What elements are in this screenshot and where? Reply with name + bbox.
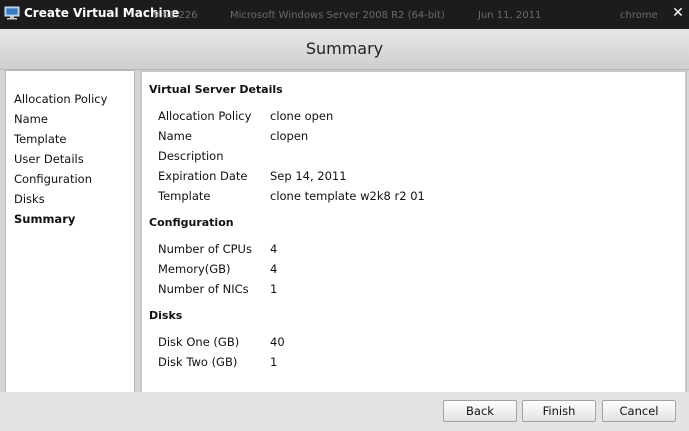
nav-item-configuration[interactable]: Configuration — [14, 172, 92, 186]
page-header: Summary — [0, 29, 689, 70]
description-label: Description — [158, 149, 224, 163]
nav-item-disks[interactable]: Disks — [14, 192, 45, 206]
computer-icon — [4, 6, 20, 20]
disk-two-value: 1 — [270, 355, 278, 369]
nav-item-user-details[interactable]: User Details — [14, 152, 84, 166]
back-button[interactable]: Back — [443, 400, 517, 422]
nav-item-summary[interactable]: Summary — [14, 212, 75, 226]
cpus-value: 4 — [270, 242, 278, 256]
expiration-date-value: Sep 14, 2011 — [270, 169, 347, 183]
name-label: Name — [158, 129, 192, 143]
background-ip-text: 9.61.226 — [153, 10, 198, 21]
nav-item-template[interactable]: Template — [14, 132, 66, 146]
allocation-policy-value: clone open — [270, 109, 334, 123]
allocation-policy-label: Allocation Policy — [158, 109, 252, 123]
background-browser-text: chrome — [620, 10, 658, 21]
background-date-text: Jun 11, 2011 — [478, 10, 542, 21]
page-title: Summary — [305, 39, 384, 58]
dialog-footer: Back Finish Cancel — [0, 392, 689, 431]
virtual-server-details-heading: Virtual Server Details — [149, 83, 283, 96]
memory-value: 4 — [270, 262, 278, 276]
name-value: clopen — [270, 129, 309, 143]
close-icon[interactable]: ✕ — [670, 5, 686, 21]
configuration-heading: Configuration — [149, 216, 234, 229]
create-vm-dialog: Create Virtual Machine 9.61.226 Microsof… — [0, 0, 689, 431]
cancel-button[interactable]: Cancel — [602, 400, 676, 422]
nav-item-name[interactable]: Name — [14, 112, 48, 126]
summary-panel: Virtual Server Details Allocation Policy… — [140, 70, 687, 394]
disk-one-label: Disk One (GB) — [158, 335, 240, 349]
finish-button[interactable]: Finish — [522, 400, 596, 422]
disk-two-label: Disk Two (GB) — [158, 355, 238, 369]
nics-label: Number of NICs — [158, 282, 249, 296]
disk-one-value: 40 — [270, 335, 285, 349]
cpus-label: Number of CPUs — [158, 242, 252, 256]
wizard-steps-sidebar: Allocation Policy Name Template User Det… — [5, 70, 135, 393]
expiration-date-label: Expiration Date — [158, 169, 248, 183]
background-os-text: Microsoft Windows Server 2008 R2 (64-bit… — [230, 10, 445, 21]
title-bar: Create Virtual Machine 9.61.226 Microsof… — [0, 0, 689, 29]
template-label: Template — [158, 189, 211, 203]
nav-item-allocation-policy[interactable]: Allocation Policy — [14, 92, 107, 106]
memory-label: Memory(GB) — [158, 262, 231, 276]
nics-value: 1 — [270, 282, 278, 296]
template-value: clone template w2k8 r2 01 — [270, 189, 425, 203]
disks-heading: Disks — [149, 309, 183, 322]
